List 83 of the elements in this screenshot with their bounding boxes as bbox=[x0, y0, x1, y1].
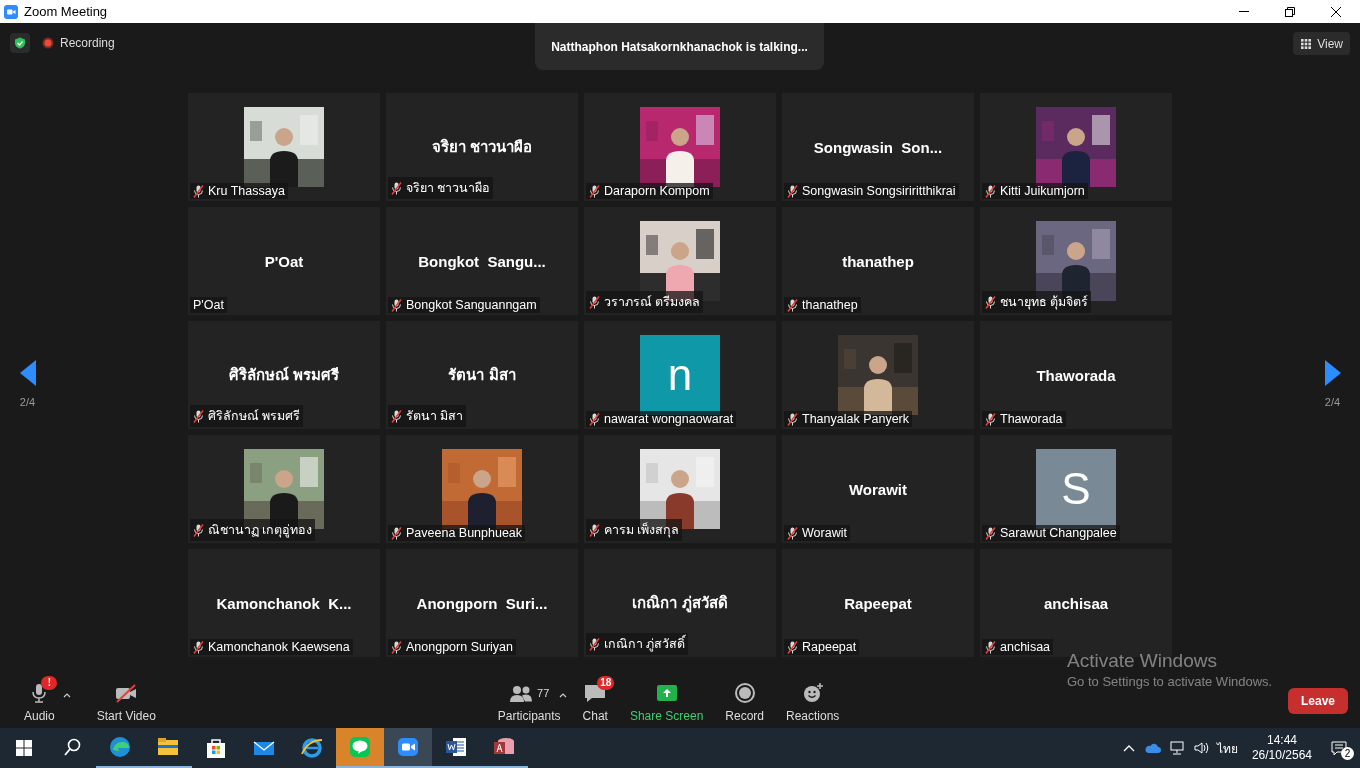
input-language[interactable]: ไทย bbox=[1216, 738, 1238, 758]
notification-badge: 18 bbox=[597, 675, 615, 690]
window-title: Zoom Meeting bbox=[24, 4, 109, 19]
activation-title: Activate Windows bbox=[1067, 650, 1218, 672]
taskbar-app[interactable] bbox=[384, 728, 432, 768]
name-label: เกณิกา ภู่สวัสดิ์ bbox=[604, 634, 686, 654]
name-label: Kamonchanok Kaewsena bbox=[208, 640, 350, 654]
participants-button[interactable]: 77 Participants bbox=[491, 680, 567, 723]
speaker-icon[interactable] bbox=[1192, 740, 1209, 756]
name-label: anchisaa bbox=[1000, 640, 1051, 654]
caret-icon[interactable] bbox=[558, 691, 567, 698]
participant-name: thanathep bbox=[842, 252, 914, 270]
notification-count: 2 bbox=[1341, 747, 1354, 760]
name-label: Kru Thassaya bbox=[208, 184, 285, 198]
notification-badge: ! bbox=[41, 675, 58, 690]
recording-icon bbox=[42, 37, 54, 49]
leave-button[interactable]: Leave bbox=[1288, 688, 1348, 714]
view-button[interactable]: View bbox=[1293, 32, 1350, 55]
page-indicator: 2/4 bbox=[1324, 396, 1341, 408]
name-label: P'Oat bbox=[193, 298, 224, 312]
talking-banner: Natthaphon Hatsakornkhanachok is talking... bbox=[535, 23, 824, 70]
name-label: Rapeepat bbox=[802, 640, 857, 654]
name-label: จริยา ชาวนาผือ bbox=[406, 180, 491, 197]
activation-message: Go to Settings to activate Windows. bbox=[1067, 674, 1273, 689]
restore-icon bbox=[1283, 4, 1297, 19]
participant-name: Thaworada bbox=[1036, 366, 1116, 384]
camera-icon bbox=[396, 735, 420, 759]
reactions-button[interactable]: Reactions bbox=[780, 680, 846, 723]
video-off-icon bbox=[114, 681, 139, 704]
name-label: thanathep bbox=[802, 298, 858, 312]
clock-date[interactable]: 26/10/2564 bbox=[1251, 748, 1312, 763]
participant-name: anchisaa bbox=[1043, 594, 1109, 612]
participant-name: Songwasin Son... bbox=[813, 138, 943, 156]
caret-icon[interactable] bbox=[62, 691, 71, 698]
recording-label: Recording bbox=[60, 36, 115, 50]
name-label: Worawit bbox=[802, 526, 847, 540]
participant-name: เกณิกา ภู่สวัสดิ bbox=[632, 593, 728, 615]
participant-name: ศิริลักษณ์ พรมศรี bbox=[228, 365, 340, 385]
participant-name: P'Oat bbox=[264, 252, 304, 270]
browser-icon bbox=[108, 735, 132, 759]
name-label: ศิริลักษณ์ พรมศรี bbox=[208, 408, 301, 425]
camera-icon bbox=[4, 4, 18, 19]
shopping-bag-icon bbox=[204, 736, 228, 760]
participant-count: 77 bbox=[537, 686, 550, 699]
name-label: Thanyalak Panyerk bbox=[802, 412, 909, 426]
chat-bubble-icon bbox=[348, 735, 372, 759]
name-label: Sarawut Changpalee bbox=[1000, 526, 1117, 540]
name-label: Songwasin Songsiriritthikrai bbox=[802, 184, 956, 198]
name-label: Anongporn Suriyan bbox=[406, 640, 514, 654]
next-page-button[interactable] bbox=[1322, 358, 1343, 388]
name-label: Paveena Bunphueak bbox=[406, 526, 523, 540]
browser-icon bbox=[300, 736, 324, 760]
grid-icon bbox=[1300, 37, 1313, 50]
record-icon bbox=[732, 681, 757, 704]
name-label: Thaworada bbox=[1000, 412, 1063, 426]
name-label: ณิชานาฏ เกตุอู่ทอง bbox=[208, 522, 313, 540]
document-icon bbox=[444, 735, 468, 759]
name-label: วราภรณ์ ตรีมงคล bbox=[604, 294, 701, 311]
name-label: Kitti Juikumjorn bbox=[1000, 184, 1085, 198]
participant-name: จริยา ชาวนาผือ bbox=[431, 137, 533, 157]
clock-time[interactable]: 14:44 bbox=[1266, 733, 1297, 748]
minimize-icon bbox=[1239, 11, 1249, 12]
name-label: รัตนา มิสา bbox=[406, 408, 464, 425]
close-icon bbox=[1329, 4, 1343, 19]
notification-icon[interactable] bbox=[1331, 740, 1347, 756]
start-video-button[interactable]: Start Video bbox=[90, 680, 162, 723]
page-indicator: 2/4 bbox=[19, 396, 36, 408]
participant-name: Kamonchanok K... bbox=[216, 594, 352, 612]
name-label: nawarat wongnaowarat bbox=[604, 412, 734, 426]
participant-name: Bongkot Sangu... bbox=[418, 252, 546, 270]
shield-icon bbox=[14, 37, 26, 49]
record-button[interactable]: Record bbox=[719, 680, 770, 723]
network-icon[interactable] bbox=[1168, 740, 1185, 756]
share-screen-button[interactable]: Share Screen bbox=[623, 680, 710, 723]
participant-name: Rapeepat bbox=[844, 594, 912, 612]
participant-name: รัตนา มิสา bbox=[448, 365, 516, 385]
name-label: Bongkot Sanguanngam bbox=[406, 298, 537, 312]
name-label: ชนายุทธ ตุ้มจิตร์ bbox=[1000, 294, 1089, 312]
security-button[interactable] bbox=[10, 33, 30, 53]
name-label: Daraporn Kompom bbox=[604, 184, 710, 198]
participant-name: Worawit bbox=[848, 480, 908, 498]
participant-name: Anongporn Suri... bbox=[416, 594, 548, 612]
name-label: คารม เพ็งสกุล bbox=[604, 521, 680, 540]
